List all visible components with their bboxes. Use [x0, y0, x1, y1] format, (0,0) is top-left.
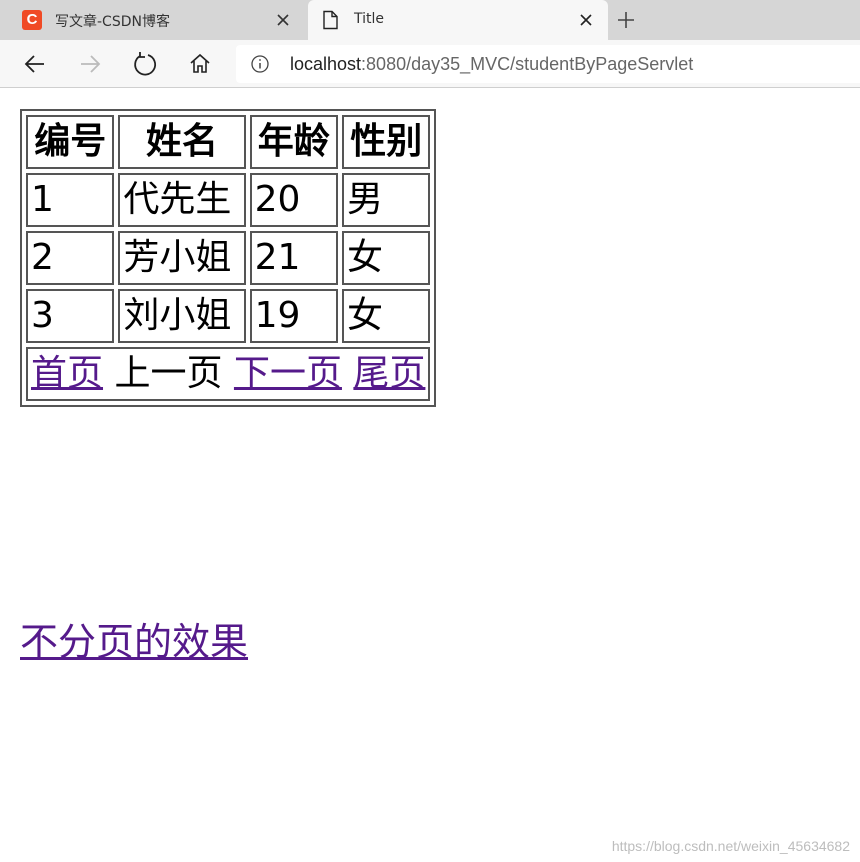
cell-name: 刘小姐 [118, 289, 246, 343]
first-page-link[interactable]: 首页 [31, 353, 103, 394]
cell-age: 19 [249, 289, 338, 343]
header-age: 年龄 [249, 115, 338, 169]
table-row: 1 代先生 20 男 [26, 173, 431, 227]
address-bar[interactable]: localhost:8080/day35_MVC/studentByPageSe… [236, 45, 860, 83]
watermark-text: https://blog.csdn.net/weixin_45634682 [611, 838, 850, 854]
header-id: 编号 [26, 115, 115, 169]
cell-id: 3 [26, 289, 115, 343]
cell-age: 21 [249, 231, 338, 285]
header-name: 姓名 [118, 115, 246, 169]
url-host: localhost [290, 54, 362, 74]
pagination-cell: 首页 上一页 下一页 尾页 [26, 347, 431, 401]
table-row: 2 芳小姐 21 女 [26, 231, 431, 285]
table-header-row: 编号 姓名 年龄 性别 [26, 115, 431, 169]
url-path: :8080/day35_MVC/studentByPageServlet [361, 54, 694, 74]
back-arrow-icon[interactable] [21, 50, 49, 78]
last-page-link[interactable]: 尾页 [353, 353, 425, 394]
csdn-favicon-icon: C [22, 10, 42, 30]
cell-name: 芳小姐 [118, 231, 246, 285]
new-tab-icon[interactable] [614, 8, 638, 32]
header-gender: 性别 [341, 115, 431, 169]
cell-gender: 女 [341, 231, 431, 285]
cell-id: 1 [26, 173, 115, 227]
cell-name: 代先生 [118, 173, 246, 227]
next-page-link[interactable]: 下一页 [234, 353, 342, 394]
tab-title: Title [354, 11, 385, 27]
close-tab-icon[interactable] [576, 10, 596, 30]
tab-title-page[interactable]: Title [308, 0, 608, 40]
cell-id: 2 [26, 231, 115, 285]
forward-arrow-icon[interactable] [76, 50, 104, 78]
browser-toolbar: localhost:8080/day35_MVC/studentByPageSe… [0, 40, 860, 88]
info-icon[interactable] [250, 54, 270, 74]
tab-strip: C 写文章-CSDN博客 Title [0, 0, 860, 40]
refresh-icon[interactable] [131, 50, 159, 78]
tab-csdn[interactable]: C 写文章-CSDN博客 [0, 0, 305, 40]
table-row: 3 刘小姐 19 女 [26, 289, 431, 343]
no-paging-link[interactable]: 不分页的效果 [20, 611, 248, 666]
tab-title: 写文章-CSDN博客 [55, 14, 170, 30]
close-tab-icon[interactable] [273, 10, 293, 30]
cell-age: 20 [249, 173, 338, 227]
pagination-row: 首页 上一页 下一页 尾页 [26, 347, 431, 401]
prev-page-text: 上一页 [114, 353, 223, 394]
page-content: 编号 姓名 年龄 性别 1 代先生 20 男 2 芳小姐 21 女 3 刘小姐 [0, 88, 860, 862]
home-icon[interactable] [186, 50, 214, 78]
cell-gender: 男 [341, 173, 431, 227]
document-icon [323, 10, 338, 30]
url-text[interactable]: localhost:8080/day35_MVC/studentByPageSe… [290, 54, 693, 75]
cell-gender: 女 [341, 289, 431, 343]
student-table: 编号 姓名 年龄 性别 1 代先生 20 男 2 芳小姐 21 女 3 刘小姐 [20, 109, 437, 407]
